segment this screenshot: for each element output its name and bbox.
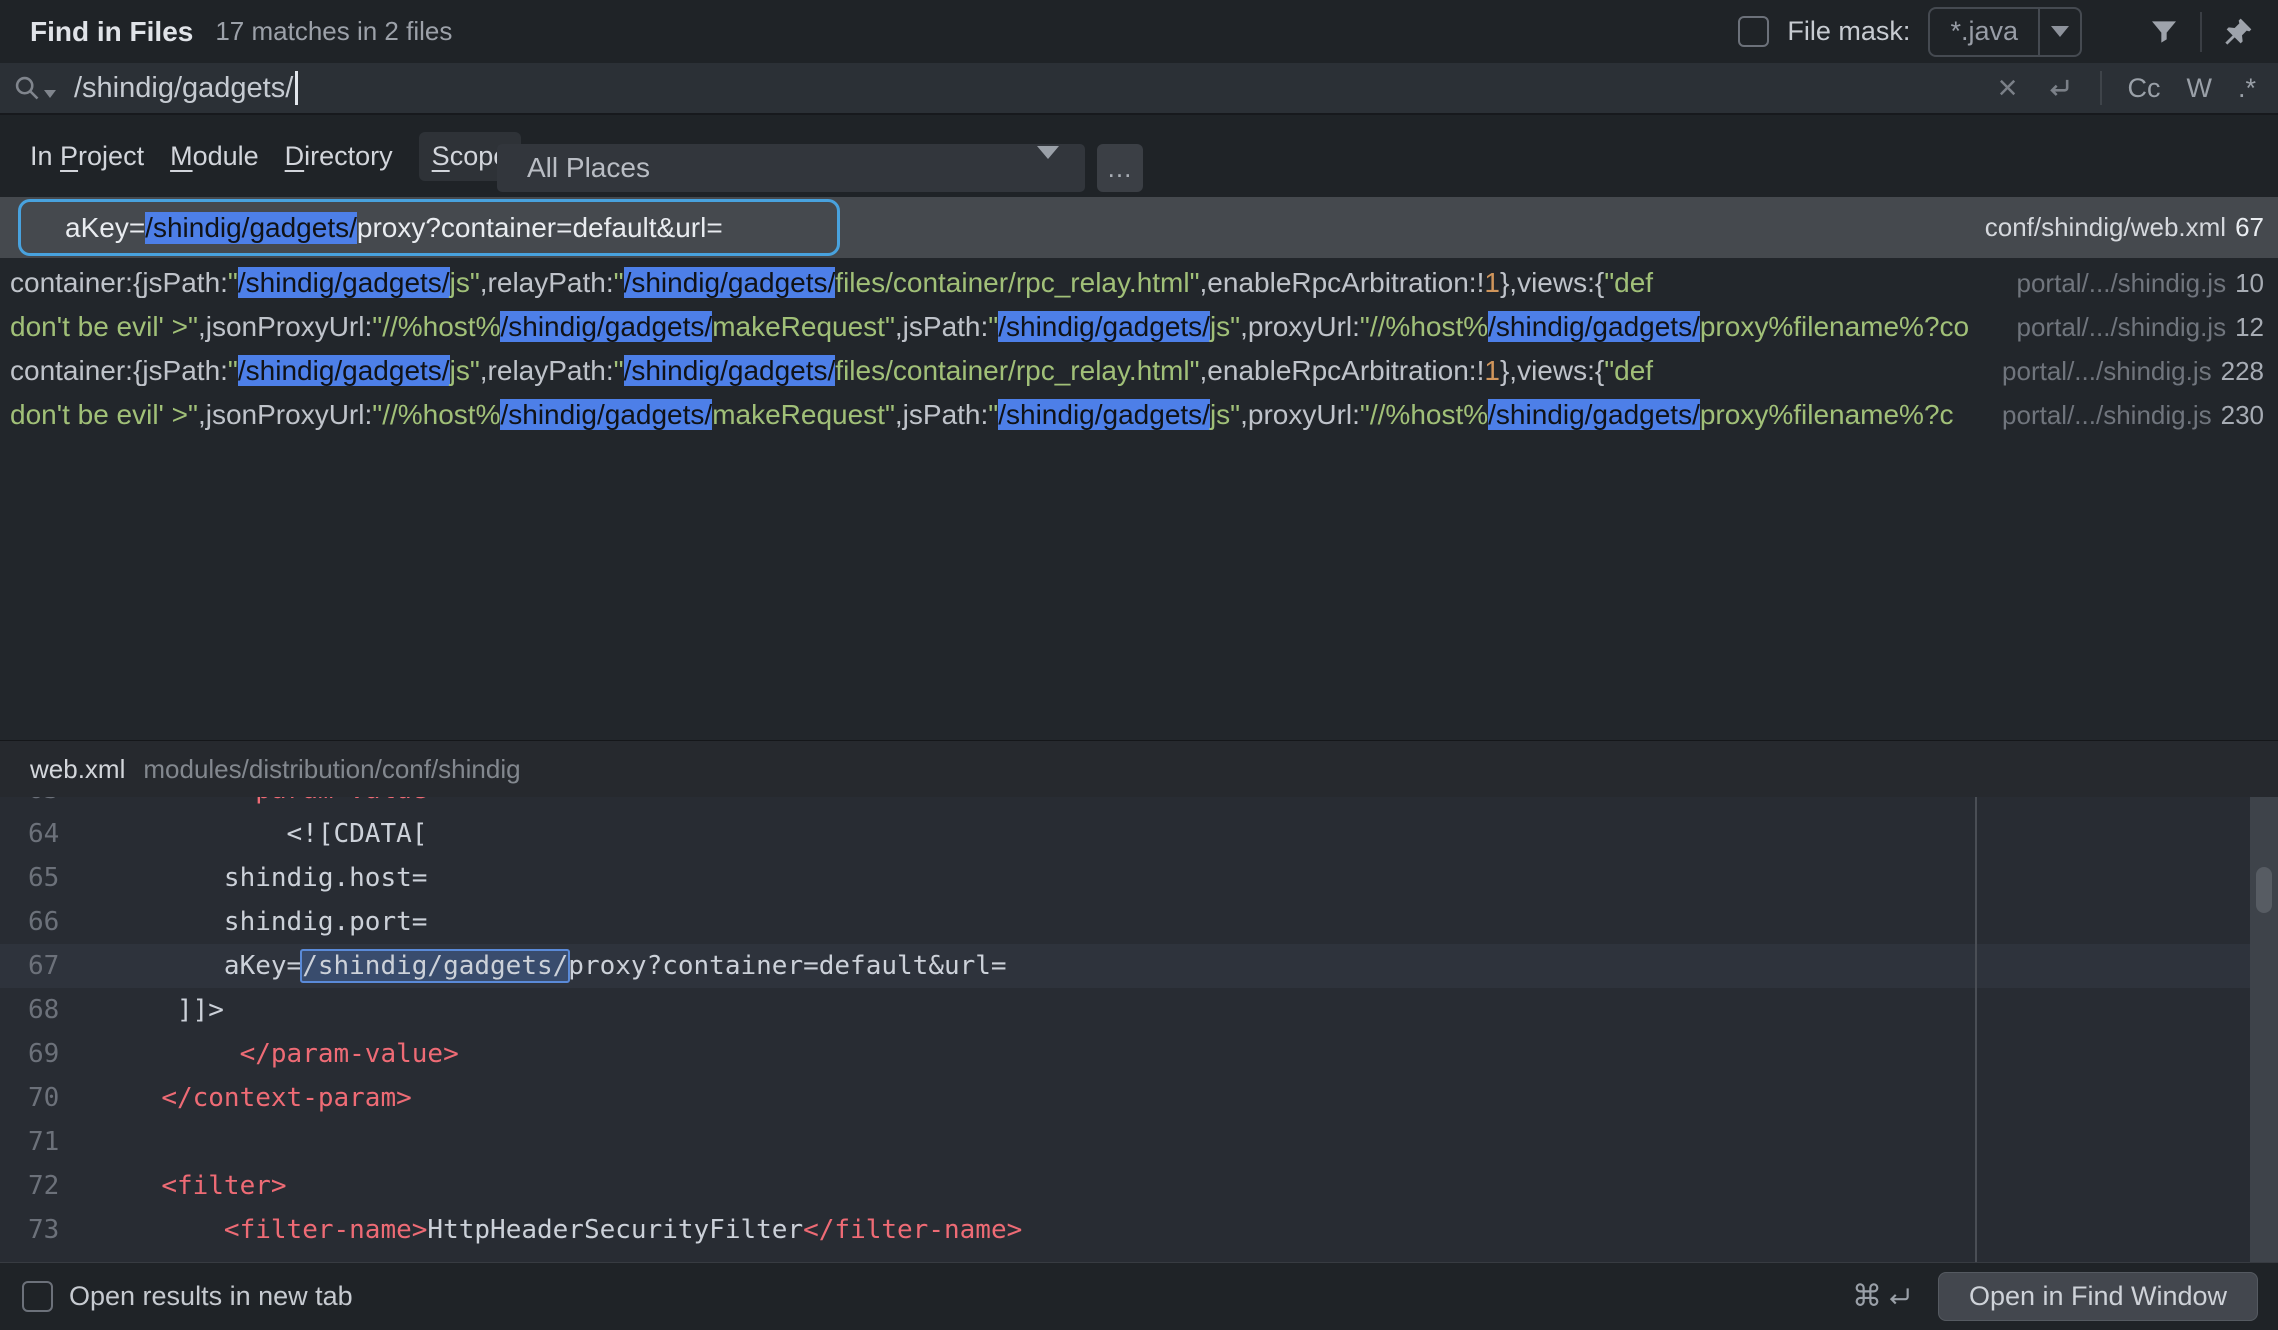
preview-file-name: web.xml	[30, 754, 125, 785]
footer-bar: Open results in new tab ⌘ Open in Find W…	[0, 1262, 2278, 1330]
match-case-toggle[interactable]: Cc	[2128, 73, 2161, 104]
cmd-icon: ⌘	[1852, 1279, 1882, 1314]
line-number: 73	[0, 1208, 130, 1252]
result-row[interactable]: don't be evil' >",jsonProxyUrl:"//%host%…	[0, 305, 2278, 349]
scope-select-value: All Places	[527, 152, 650, 184]
match-text: /shindig/gadgets/	[145, 212, 357, 244]
result-row[interactable]: container:{jsPath:"/shindig/gadgets/js",…	[0, 349, 2278, 393]
preview-file-path: modules/distribution/conf/shindig	[143, 754, 520, 785]
file-mask-checkbox[interactable]	[1738, 16, 1769, 47]
result-file-label: portal/.../shindig.js228	[1990, 356, 2278, 387]
file-mask-combo[interactable]: *.java	[1928, 7, 2082, 57]
result-row[interactable]: don't be evil' >",jsonProxyUrl:"//%host%…	[0, 393, 2278, 437]
match-summary: 17 matches in 2 files	[215, 16, 452, 47]
find-in-files-dialog: Find in Files 17 matches in 2 files File…	[0, 0, 2278, 1330]
scope-tabs: In ProjectModuleDirectoryScope	[30, 115, 521, 197]
line-number: 70	[0, 1076, 130, 1120]
filter-icon[interactable]	[2146, 14, 2182, 50]
open-in-find-window-button[interactable]: Open in Find Window	[1938, 1272, 2258, 1321]
scope-tab-module[interactable]: Module	[170, 141, 259, 172]
code-line[interactable]: 69 </param-value>	[0, 1032, 2250, 1076]
return-icon	[1886, 1284, 1912, 1310]
search-icon[interactable]	[13, 74, 56, 102]
file-mask-value: *.java	[1930, 16, 2038, 47]
match-text: /shindig/gadgets/	[238, 267, 450, 298]
editor-match-box: /shindig/gadgets/	[300, 949, 570, 983]
line-number: 71	[0, 1120, 130, 1164]
code-line[interactable]: 67 aKey=/shindig/gadgets/proxy?container…	[0, 944, 2250, 988]
line-number: 72	[0, 1164, 130, 1208]
dialog-header: Find in Files 17 matches in 2 files File…	[0, 0, 2278, 63]
match-text: /shindig/gadgets/	[238, 355, 450, 386]
result-file-label: portal/.../shindig.js230	[1990, 400, 2278, 431]
match-text: /shindig/gadgets/	[1488, 399, 1700, 430]
pin-icon[interactable]	[2220, 14, 2256, 50]
match-text: /shindig/gadgets/	[998, 311, 1210, 342]
line-number: 67	[0, 944, 130, 988]
result-file-label: portal/.../shindig.js10	[2005, 268, 2278, 299]
scope-row: In ProjectModuleDirectoryScope All Place…	[0, 115, 2278, 197]
file-mask-label: File mask:	[1787, 16, 1910, 47]
clear-search-icon[interactable]: ×	[1998, 71, 2018, 105]
match-text: /shindig/gadgets/	[1488, 311, 1700, 342]
text-caret	[295, 71, 298, 105]
code-line[interactable]: 72 <filter>	[0, 1164, 2250, 1208]
match-text: /shindig/gadgets/	[624, 355, 836, 386]
code-lines: 63 <param-value>64 <![CDATA[65 shindig.h…	[0, 797, 2250, 1252]
code-line[interactable]: 71	[0, 1120, 2250, 1164]
file-mask-dropdown-arrow-icon[interactable]	[2040, 26, 2080, 37]
scrollbar-thumb[interactable]	[2256, 867, 2272, 913]
search-input[interactable]: /shindig/gadgets/	[74, 72, 293, 105]
wrap-guide	[1975, 797, 1977, 1262]
scope-more-button[interactable]: ...	[1097, 144, 1143, 192]
line-number: 63	[0, 797, 130, 812]
selected-result-box[interactable]: aKey=/shindig/gadgets/proxy?container=de…	[18, 199, 840, 256]
match-text: /shindig/gadgets/	[624, 267, 836, 298]
line-number: 69	[0, 1032, 130, 1076]
open-results-checkbox[interactable]	[22, 1281, 53, 1312]
insert-newline-icon[interactable]	[2044, 73, 2074, 103]
match-text: /shindig/gadgets/	[998, 399, 1210, 430]
regex-toggle[interactable]: .*	[2238, 73, 2256, 104]
code-line[interactable]: 70 </context-param>	[0, 1076, 2250, 1120]
header-controls: File mask: *.java	[1738, 7, 2278, 57]
open-results-label: Open results in new tab	[69, 1281, 353, 1312]
match-text: /shindig/gadgets/	[500, 311, 712, 342]
editor-scrollbar[interactable]	[2250, 797, 2278, 1262]
scope-tab-in-project[interactable]: In Project	[30, 141, 144, 172]
code-line[interactable]: 66 shindig.port=	[0, 900, 2250, 944]
search-history-arrow-icon	[44, 90, 56, 98]
code-line[interactable]: 63 <param-value>	[0, 797, 2250, 812]
code-line[interactable]: 65 shindig.host=	[0, 856, 2250, 900]
result-file-label: portal/.../shindig.js12	[2005, 312, 2278, 343]
code-line[interactable]: 68 ]]>	[0, 988, 2250, 1032]
shortcut-hint: ⌘	[1852, 1279, 1912, 1314]
code-line[interactable]: 73 <filter-name>HttpHeaderSecurityFilter…	[0, 1208, 2250, 1252]
page-title: Find in Files	[30, 16, 193, 48]
scope-select[interactable]: All Places	[497, 144, 1085, 192]
whole-words-toggle[interactable]: W	[2187, 73, 2212, 104]
results-list: aKey=/shindig/gadgets/proxy?container=de…	[0, 197, 2278, 740]
line-number: 66	[0, 900, 130, 944]
line-number: 65	[0, 856, 130, 900]
result-row-selected[interactable]: aKey=/shindig/gadgets/proxy?container=de…	[0, 197, 2278, 258]
scope-select-arrow-icon	[1037, 159, 1059, 177]
line-number: 64	[0, 812, 130, 856]
code-editor[interactable]: 63 <param-value>64 <![CDATA[65 shindig.h…	[0, 797, 2278, 1262]
result-file-label: conf/shindig/web.xml67	[1973, 197, 2278, 258]
line-number: 68	[0, 988, 130, 1032]
scope-tab-directory[interactable]: Directory	[285, 141, 393, 172]
result-row[interactable]: container:{jsPath:"/shindig/gadgets/js",…	[0, 261, 2278, 305]
search-bar: /shindig/gadgets/ × Cc W .*	[0, 63, 2278, 115]
match-text: /shindig/gadgets/	[500, 399, 712, 430]
code-line[interactable]: 64 <![CDATA[	[0, 812, 2250, 856]
preview-header: web.xml modules/distribution/conf/shindi…	[0, 740, 2278, 798]
